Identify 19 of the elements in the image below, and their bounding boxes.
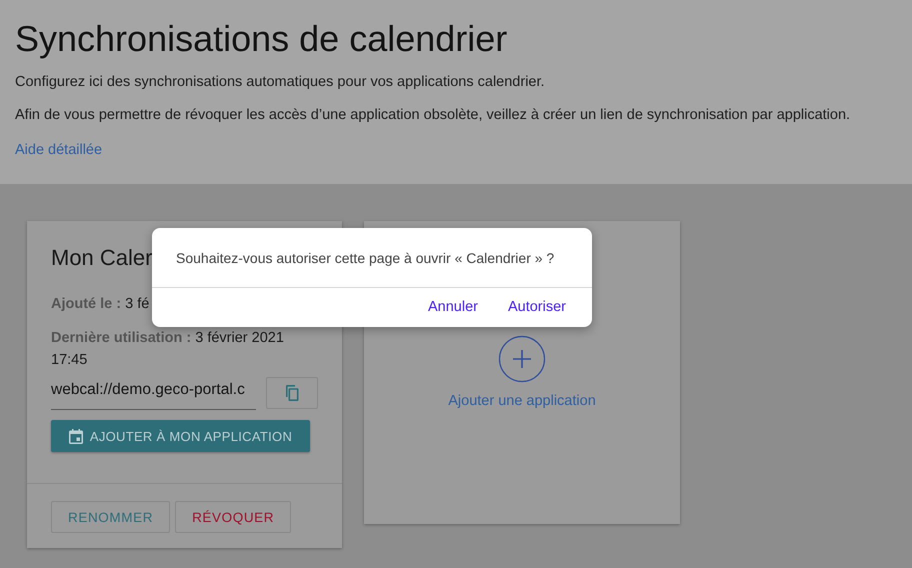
note-text: Afin de vous permettre de révoquer les accès d’une application obsolète, veillez à créer un lien de synchronisation par application. [15, 107, 852, 123]
dialog-message: Souhaitez-vous autoriser cette page à ouvrir « Calendrier » ? [152, 228, 592, 288]
revoke-button[interactable]: RÉVOQUER [175, 501, 292, 533]
plus-icon [498, 335, 546, 383]
add-to-app-button[interactable]: AJOUTER À MON APPLICATION [51, 420, 310, 452]
copy-button[interactable] [266, 376, 318, 408]
confirm-button[interactable]: Autoriser [508, 299, 566, 315]
added-date-text: Ajouté le : 3 fé [51, 295, 150, 314]
rename-button[interactable]: RENOMMER [51, 501, 170, 533]
description-text: Configurez ici des synchronisations automatiques pour vos applications calendrier. [15, 74, 546, 90]
help-link[interactable]: Aide détaillée [15, 142, 102, 158]
calendar-icon [68, 428, 83, 444]
last-used-text: Dernière utilisation : 3 février 2021 17:45 [51, 329, 285, 370]
copy-icon [284, 384, 300, 402]
add-application-label: Ajouter une application [448, 393, 596, 409]
url-field[interactable]: webcal://demo.geco-portal.c [51, 375, 256, 410]
card-title: Mon Caler [51, 245, 152, 271]
cancel-button[interactable]: Annuler [428, 299, 478, 315]
page-title: Synchronisations de calendrier [15, 18, 508, 60]
